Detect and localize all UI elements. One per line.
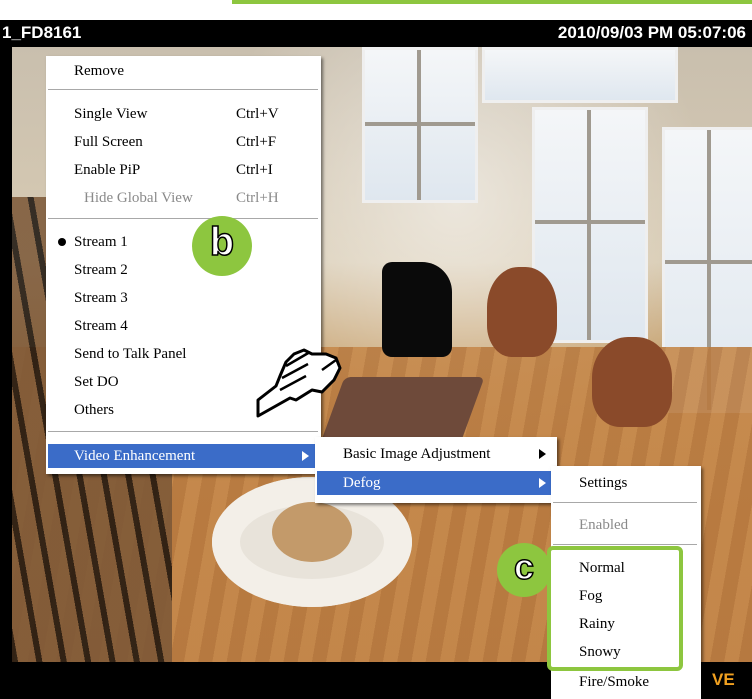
menu-item-enable-pip[interactable]: Enable PiP Ctrl+I: [74, 158, 314, 182]
menu-item-label: Defog: [343, 475, 381, 491]
scene-window: [362, 47, 478, 203]
menu-item-label: Others: [74, 402, 114, 418]
menu-item-defog-fire-smoke[interactable]: Fire/Smoke: [579, 670, 697, 694]
menu-item-settings[interactable]: Settings: [579, 471, 697, 495]
menu-item-shortcut: Ctrl+I: [236, 162, 273, 178]
menu-item-label: Send to Talk Panel: [74, 346, 187, 362]
scene-window: [482, 47, 678, 103]
defog-submenu-tail: Fire/Smoke: [551, 668, 701, 699]
menu-item-basic-image-adjustment[interactable]: Basic Image Adjustment: [317, 442, 555, 466]
scene-armchair: [487, 267, 557, 357]
submenu-arrow-icon: [302, 451, 309, 461]
callout-b-label: b: [209, 219, 235, 265]
video-enhancement-status: VE: [712, 670, 735, 689]
menu-item-label: Hide Global View: [84, 190, 193, 206]
submenu-arrow-icon: [539, 449, 546, 459]
menu-item-remove[interactable]: Remove: [74, 59, 314, 83]
menu-item-label: Stream 4: [74, 318, 128, 334]
pointing-hand-cursor-icon: [256, 348, 342, 418]
menu-item-label: Remove: [74, 63, 124, 79]
menu-item-full-screen[interactable]: Full Screen Ctrl+F: [74, 130, 314, 154]
menu-item-label: Enabled: [579, 517, 629, 533]
menu-item-label: Stream 2: [74, 262, 128, 278]
callout-b-badge: b: [192, 216, 252, 276]
menu-item-label: Stream 1: [74, 234, 128, 250]
menu-item-label: Full Screen: [74, 134, 143, 150]
menu-item-video-enhancement[interactable]: Video Enhancement: [48, 444, 319, 468]
scene-piano: [382, 262, 452, 357]
callout-c-label: c: [513, 545, 535, 588]
menu-separator: [553, 502, 697, 503]
menu-separator: [553, 544, 697, 545]
scene-armchair: [592, 337, 672, 427]
menu-item-label: Fire/Smoke: [579, 674, 649, 690]
menu-item-stream-3[interactable]: Stream 3: [74, 286, 314, 310]
camera-timestamp: 2010/09/03 PM 05:07:06: [557, 23, 746, 42]
top-accent-bar: [232, 0, 752, 4]
camera-name: 1_FD8161: [2, 23, 82, 42]
video-enhancement-submenu: Basic Image Adjustment Defog: [315, 437, 557, 503]
menu-item-defog[interactable]: Defog: [317, 471, 555, 495]
menu-item-label: Enable PiP: [74, 162, 141, 178]
menu-separator: [48, 89, 318, 90]
menu-separator: [48, 431, 318, 432]
camera-titlebar: 1_FD8161 2010/09/03 PM 05:07:06: [0, 20, 752, 47]
menu-item-label: Stream 3: [74, 290, 128, 306]
menu-item-label: Single View: [74, 106, 148, 122]
menu-item-label: Basic Image Adjustment: [343, 446, 491, 462]
menu-item-hide-global-view: Hide Global View Ctrl+H: [84, 186, 314, 210]
menu-separator: [48, 218, 318, 219]
menu-item-shortcut: Ctrl+H: [236, 190, 279, 206]
menu-item-shortcut: Ctrl+F: [236, 134, 277, 150]
menu-item-enabled: Enabled: [579, 513, 697, 537]
menu-item-label: Settings: [579, 475, 628, 491]
scene-sofa-center: [272, 502, 352, 562]
menu-item-label: Set DO: [74, 374, 119, 390]
menu-item-label: Video Enhancement: [74, 448, 196, 464]
callout-c-badge: c: [497, 543, 551, 597]
selected-radio-dot-icon: [58, 238, 66, 246]
defog-modes-highlight: [547, 546, 683, 671]
menu-item-single-view[interactable]: Single View Ctrl+V: [74, 102, 314, 126]
submenu-arrow-icon: [539, 478, 546, 488]
menu-item-shortcut: Ctrl+V: [236, 106, 279, 122]
menu-item-stream-4[interactable]: Stream 4: [74, 314, 314, 338]
